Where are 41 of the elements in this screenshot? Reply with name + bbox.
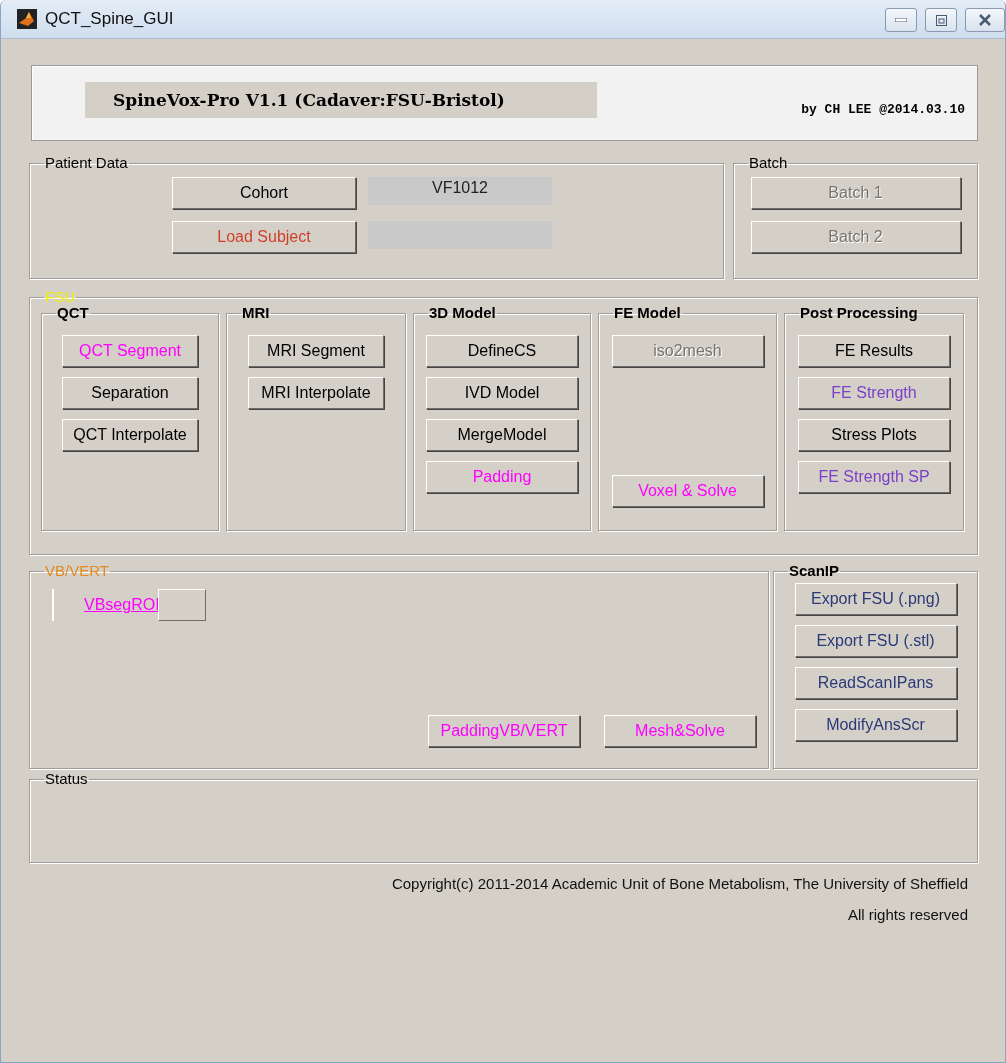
- button[interactable]: Export FSU (.stl): [794, 625, 957, 657]
- maximize-button[interactable]: [925, 8, 957, 32]
- fsu-panel: FSU QCT QCT Segment Separation QCT Interpolate MRI MRI Segment MRI Interpolate 3D Model DefineCS IVD Model MergeModel Padding FE Model iso2mesh Voxel & Solve Post Processing FE Results FE Strength Stress Plots FE Strength SP: [29, 289, 978, 555]
- button[interactable]: FE Results: [798, 335, 950, 367]
- button[interactable]: Export FSU (.png): [794, 583, 957, 615]
- status-panel: Status: [29, 771, 978, 863]
- close-button[interactable]: [965, 8, 1005, 32]
- group-panel: 3D Model DefineCS IVD Model MergeModel Padding: [413, 305, 591, 531]
- button[interactable]: Stress Plots: [798, 419, 950, 451]
- author-text: by CH LEE @2014.03.10: [801, 102, 965, 117]
- button[interactable]: QCT Interpolate: [62, 419, 198, 451]
- button[interactable]: ReadScanIPans: [794, 667, 957, 699]
- button[interactable]: ModifyAnsScr: [794, 709, 957, 741]
- button[interactable]: MRI Interpolate: [248, 377, 384, 409]
- small-button[interactable]: [157, 589, 206, 621]
- button[interactable]: IVD Model: [426, 377, 578, 409]
- copyright-text: Copyright(c) 2011-2014 Academic Unit of Bone Metabolism, The University of Sheffield: [390, 875, 969, 892]
- minimize-icon: [895, 18, 907, 22]
- scanip-panel: ScanIP Export FSU (.png) Export FSU (.stl) ReadScanIPans ModifyAnsScr: [773, 563, 978, 769]
- button[interactable]: MRI Segment: [248, 335, 384, 367]
- button[interactable]: MergeModel: [426, 419, 578, 451]
- group-panel: QCT QCT Segment Separation QCT Interpolate: [41, 305, 219, 531]
- group-panel: MRI MRI Segment MRI Interpolate: [226, 305, 406, 531]
- batch-panel: Batch Batch 1 Batch 2: [733, 155, 978, 279]
- maximize-icon: [935, 14, 947, 26]
- vb-vert-panel: VB/VERT VBsegROI PaddingVB/VERT Mesh&Solve: [29, 563, 769, 769]
- window-title: QCT_Spine_GUI: [45, 9, 175, 29]
- button[interactable]: FE Strength: [798, 377, 950, 409]
- group-panel: FE Model iso2mesh Voxel & Solve: [598, 305, 777, 531]
- button[interactable]: Cohort: [172, 177, 356, 209]
- close-icon: [978, 14, 992, 26]
- button[interactable]: Separation: [62, 377, 198, 409]
- rights-text: All rights reserved: [846, 906, 969, 923]
- button[interactable]: FE Strength SP: [798, 461, 950, 493]
- text-field[interactable]: VF1012: [368, 177, 552, 205]
- patient-data-panel: Patient Data Cohort VF1012 Load Subject: [29, 155, 724, 279]
- app-icon: [17, 9, 37, 29]
- minimize-button[interactable]: [885, 8, 917, 32]
- group-panel: Post Processing FE Results FE Strength Stress Plots FE Strength SP: [784, 305, 964, 531]
- app-title: SpineVox-Pro V1.1 (Cadaver:FSU-Bristol): [85, 82, 597, 118]
- button[interactable]: DefineCS: [426, 335, 578, 367]
